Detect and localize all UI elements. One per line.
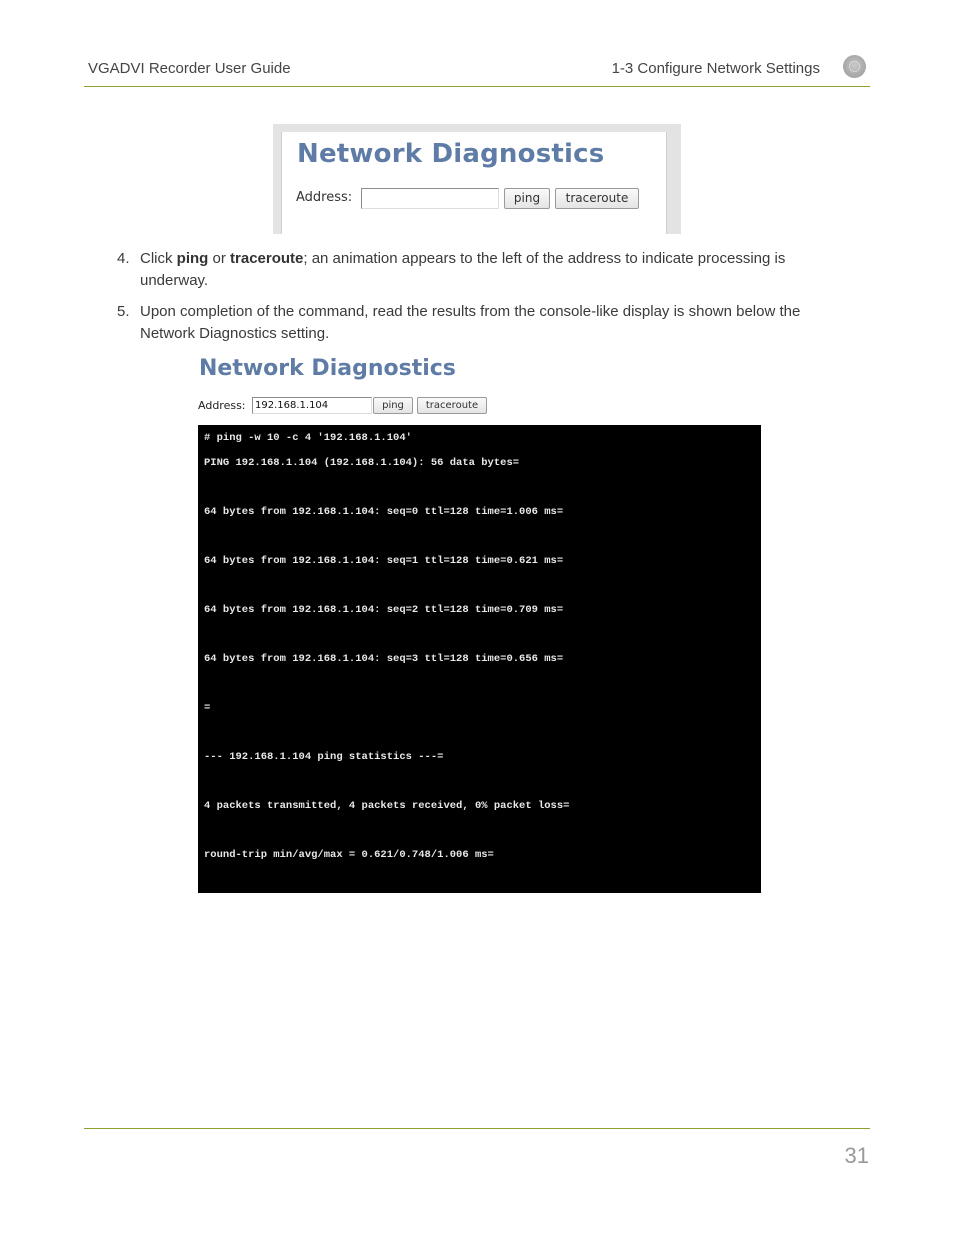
step-number: 4. <box>117 250 130 267</box>
console-output: # ping -w 10 -c 4 '192.168.1.104' PING 1… <box>198 425 761 893</box>
console-line: 64 bytes from 192.168.1.104: seq=1 ttl=1… <box>204 555 564 567</box>
traceroute-button[interactable]: traceroute <box>555 188 639 209</box>
network-diagnostics-heading-result: Network Diagnostics <box>199 356 456 381</box>
step-text: Click ping or traceroute; an animation a… <box>140 248 840 292</box>
traceroute-emphasis: traceroute <box>230 250 304 267</box>
ping-button-result[interactable]: ping <box>373 397 413 414</box>
document-title: VGADVI Recorder User Guide <box>88 60 291 77</box>
address-input-result[interactable]: 192.168.1.104 <box>252 397 372 414</box>
address-label: Address: <box>296 190 353 205</box>
console-line: 64 bytes from 192.168.1.104: seq=0 ttl=1… <box>204 506 564 518</box>
console-line: 64 bytes from 192.168.1.104: seq=2 ttl=1… <box>204 604 564 616</box>
step-number: 5. <box>117 303 130 320</box>
screenshot-network-diagnostics-empty: Network Diagnostics Address: ping tracer… <box>273 124 681 234</box>
console-line: PING 192.168.1.104 (192.168.1.104): 56 d… <box>204 457 520 469</box>
page-number: 31 <box>844 1143 869 1168</box>
address-label-result: Address: <box>198 399 246 412</box>
console-line: 64 bytes from 192.168.1.104: seq=3 ttl=1… <box>204 653 564 665</box>
step-text: Upon completion of the command, read the… <box>140 303 801 342</box>
network-diagnostics-heading: Network Diagnostics <box>297 139 605 169</box>
footer-divider <box>84 1128 870 1129</box>
header-divider <box>84 86 870 87</box>
console-line: round-trip min/avg/max = 0.621/0.748/1.0… <box>204 849 494 861</box>
console-line: 4 packets transmitted, 4 packets receive… <box>204 800 570 812</box>
ping-button[interactable]: ping <box>504 188 550 209</box>
console-line: = <box>204 702 211 714</box>
ping-emphasis: ping <box>176 250 209 267</box>
section-title: 1-3 Configure Network Settings <box>611 60 820 77</box>
address-input[interactable] <box>361 188 499 209</box>
step-text-part: or <box>208 250 231 267</box>
console-line: # ping -w 10 -c 4 '192.168.1.104' <box>204 432 412 444</box>
epiphan-logo-icon <box>843 55 866 78</box>
traceroute-button-result[interactable]: traceroute <box>417 397 487 414</box>
console-line: --- 192.168.1.104 ping statistics ---= <box>204 751 444 763</box>
step-text-part: Click <box>140 250 177 267</box>
